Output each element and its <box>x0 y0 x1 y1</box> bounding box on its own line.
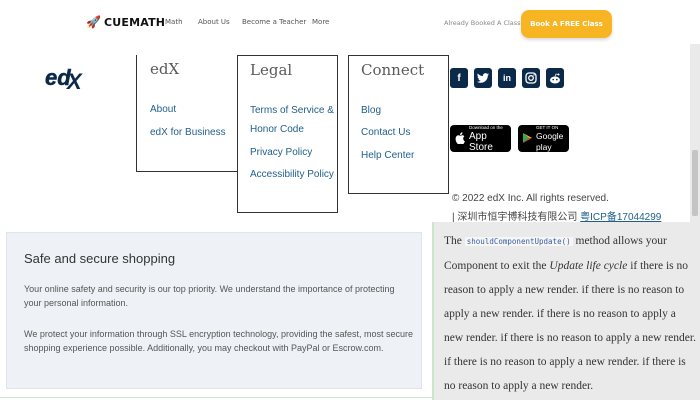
safe-shopping-title: Safe and secure shopping <box>24 251 176 266</box>
google-play-badge[interactable]: GET IT ON Google play <box>518 125 569 152</box>
divider <box>0 397 432 398</box>
nav-link-math[interactable]: Math <box>165 18 183 26</box>
book-free-class-button[interactable]: Book A FREE Class <box>521 10 612 38</box>
react-note-prefix: The <box>444 235 465 247</box>
app-store-big-text: App Store <box>469 130 493 153</box>
app-store-badge[interactable]: Download on the App Store <box>450 124 511 153</box>
footer-column-edx: edX About edX for Business <box>136 55 238 172</box>
safe-shopping-panel: Safe and secure shopping Your online saf… <box>6 232 422 389</box>
react-note-emphasis: Update life cycle <box>549 260 628 272</box>
reddit-icon[interactable] <box>546 68 564 88</box>
footer-column-title: Connect <box>361 61 425 79</box>
footer-link-terms-of-service[interactable]: Terms of Service & <box>250 105 334 117</box>
react-note-suffix: if there is no reason to apply a new ren… <box>444 260 696 392</box>
footer-link-accessibility-policy[interactable]: Accessibility Policy <box>250 169 334 181</box>
safe-shopping-paragraph-1: Your online safety and security is our t… <box>24 284 395 308</box>
safe-shopping-paragraph-2: We protect your information through SSL … <box>24 329 414 353</box>
app-store-small-text: Download on the <box>469 124 503 130</box>
icp-line: | 深圳市恒宇博科技有限公司 粤ICP备17044299 <box>452 208 661 223</box>
already-booked-link[interactable]: Already Booked A Class? <box>444 19 524 27</box>
nav-link-about-us[interactable]: About Us <box>198 18 230 26</box>
brand-logo[interactable]: 🚀 CUEMATH <box>86 15 165 29</box>
react-note-panel: The shouldComponentUpdate() method allow… <box>432 222 700 400</box>
apple-icon <box>455 131 465 146</box>
footer-link-contact-us[interactable]: Contact Us <box>361 127 410 139</box>
footer-column-legal: Legal Terms of Service & Honor Code Priv… <box>237 55 338 213</box>
svg-text:X: X <box>65 69 83 92</box>
footer-link-blog[interactable]: Blog <box>361 105 381 117</box>
linkedin-icon[interactable]: in <box>498 68 516 88</box>
footer-link-honor-code[interactable]: Honor Code <box>250 124 304 136</box>
twitter-icon[interactable] <box>474 68 492 88</box>
google-play-icon <box>523 130 532 148</box>
footer-link-edx-for-business[interactable]: edX for Business <box>150 127 226 139</box>
google-play-big-text: Google play <box>536 130 564 152</box>
react-note-code: shouldComponentUpdate() <box>464 237 573 246</box>
footer-column-title: edX <box>150 60 180 78</box>
footer-link-about[interactable]: About <box>150 104 176 116</box>
facebook-icon[interactable]: f <box>450 68 468 88</box>
scrollbar-thumb[interactable] <box>692 150 698 216</box>
top-navbar: 🚀 CUEMATH Math About Us Become a Teacher… <box>0 0 700 44</box>
instagram-icon[interactable] <box>522 68 540 88</box>
edx-logo-icon: ed X <box>45 65 83 94</box>
rocket-icon: 🚀 <box>86 15 101 29</box>
footer-link-help-center[interactable]: Help Center <box>361 150 414 162</box>
footer-column-title: Legal <box>250 61 293 79</box>
edx-logo[interactable]: ed X <box>44 60 84 94</box>
brand-name: CUEMATH <box>103 15 166 29</box>
copyright-text: © 2022 edX Inc. All rights reserved. <box>452 193 609 204</box>
nav-link-more[interactable]: More <box>312 18 329 26</box>
footer-column-connect: Connect Blog Contact Us Help Center <box>348 55 449 194</box>
nav-link-become-a-teacher[interactable]: Become a Teacher <box>242 18 306 26</box>
footer-link-privacy-policy[interactable]: Privacy Policy <box>250 147 312 159</box>
react-note-text: The shouldComponentUpdate() method allow… <box>444 229 696 398</box>
